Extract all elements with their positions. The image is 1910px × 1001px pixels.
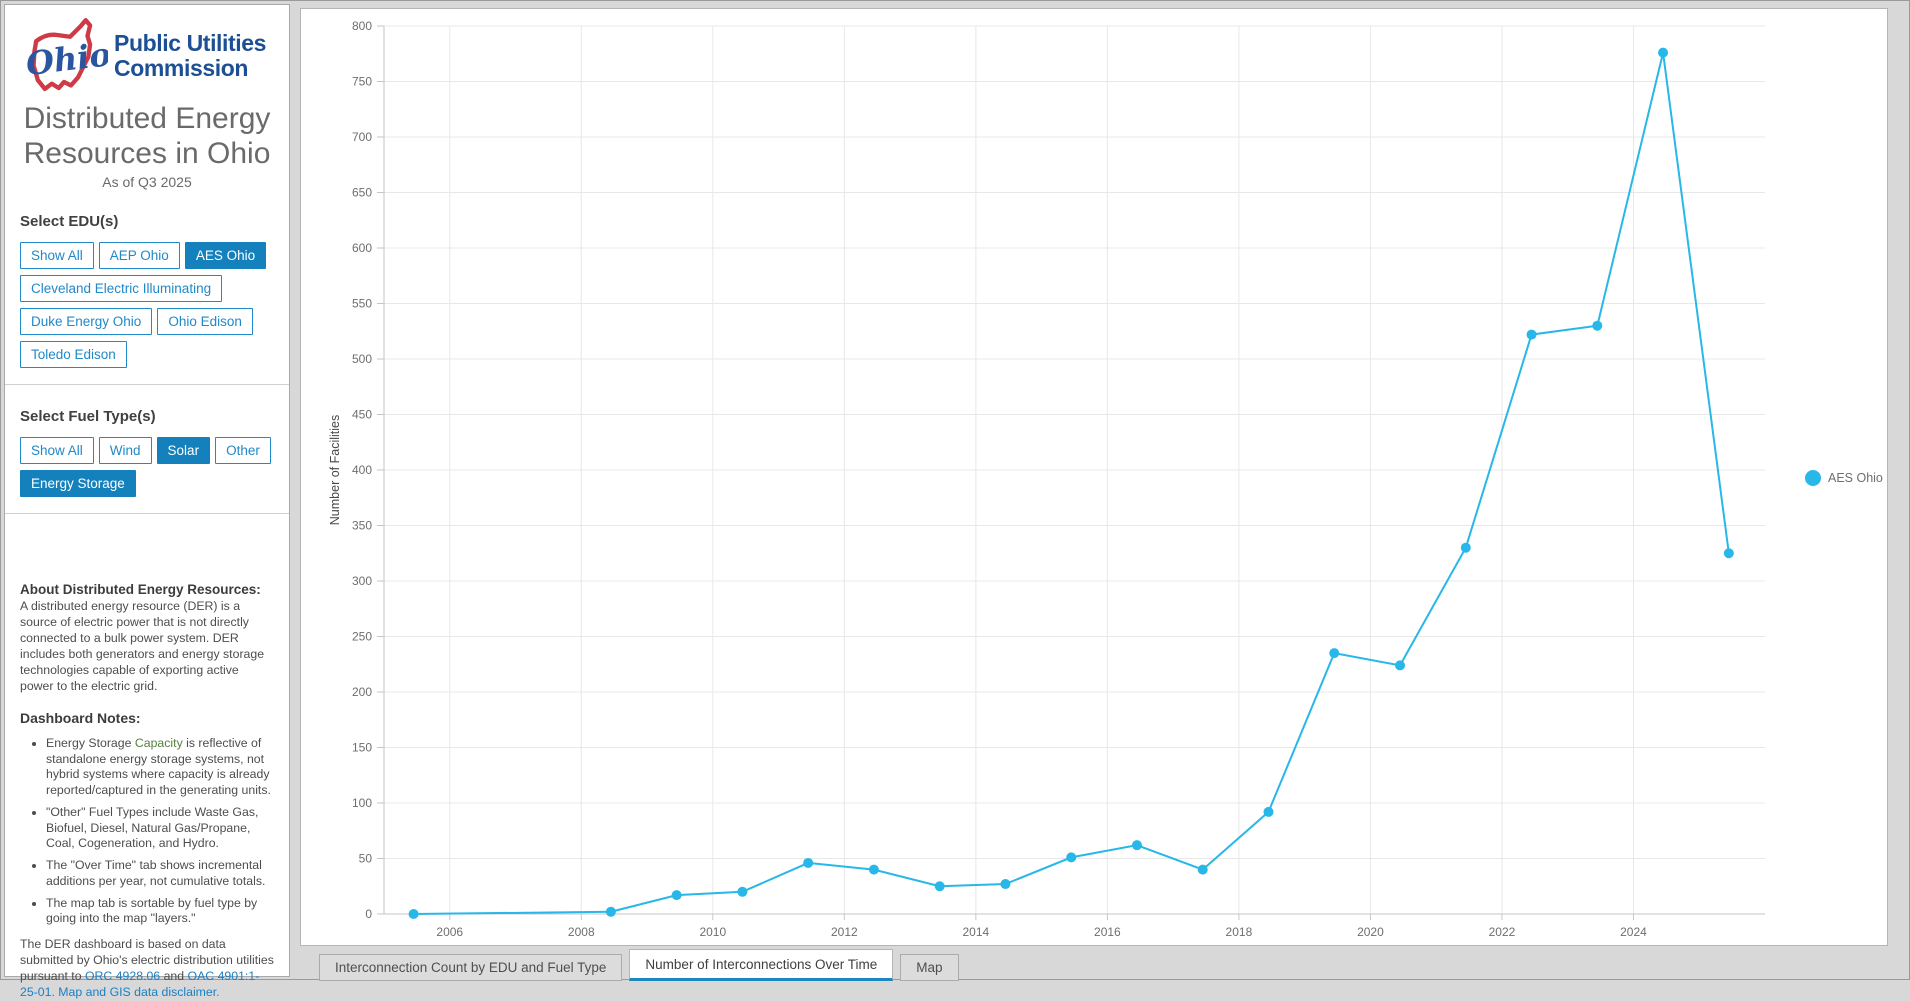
note-map-layers: The map tab is sortable by fuel type by … (46, 896, 274, 927)
bottom-tab-bar: Interconnection Count by EDU and Fuel Ty… (300, 948, 959, 981)
edu-button-show-all[interactable]: Show All (20, 242, 94, 269)
fuel-section-label: Select Fuel Type(s) (20, 408, 156, 425)
svg-text:700: 700 (352, 130, 372, 144)
svg-text:2024: 2024 (1620, 925, 1647, 939)
der-dashboard: { "brand": { "logo_text": "Ohio", "line1… (0, 0, 1910, 999)
legend-label: AES Ohio (1828, 471, 1883, 485)
svg-text:800: 800 (352, 19, 372, 33)
edu-button-cleveland-electric-illuminating[interactable]: Cleveland Electric Illuminating (20, 275, 223, 302)
svg-text:150: 150 (352, 741, 372, 755)
note-other-fuel-types: "Other" Fuel Types include Waste Gas, Bi… (46, 805, 274, 852)
svg-text:400: 400 (352, 463, 372, 477)
edu-button-group: Show All AEP Ohio AES Ohio Cleveland Ele… (20, 242, 274, 368)
dashboard-notes-heading: Dashboard Notes: (20, 709, 141, 726)
brand-header: Ohio Public Utilities Commission (20, 15, 274, 95)
page-subtitle: As of Q3 2025 (102, 174, 192, 190)
edu-button-duke-energy-ohio[interactable]: Duke Energy Ohio (20, 308, 153, 335)
puco-ohio-logo-icon: Ohio (24, 18, 108, 92)
svg-text:2020: 2020 (1357, 925, 1384, 939)
svg-text:300: 300 (352, 574, 372, 588)
edu-button-aep-ohio[interactable]: AEP Ohio (98, 242, 180, 269)
brand-line1: Public Utilities (114, 30, 267, 56)
capacity-green-text: Capacity (134, 735, 183, 750)
edu-section-label: Select EDU(s) (20, 213, 119, 230)
tab-number-of-interconnections-over-time[interactable]: Number of Interconnections Over Time (629, 949, 894, 981)
svg-text:350: 350 (352, 519, 372, 533)
fuel-button-show-all[interactable]: Show All (20, 437, 94, 464)
svg-text:450: 450 (352, 408, 372, 422)
legend-swatch-aes-ohio (1805, 470, 1821, 486)
page-title: Distributed Energy Resources in Ohio (23, 102, 271, 170)
fuel-button-solar[interactable]: Solar (156, 437, 211, 464)
fuel-button-other[interactable]: Other (215, 437, 271, 464)
brand-line2: Commission (114, 55, 249, 81)
svg-text:2010: 2010 (699, 925, 726, 939)
svg-text:50: 50 (359, 852, 373, 866)
svg-text:2012: 2012 (831, 925, 858, 939)
svg-text:250: 250 (352, 630, 372, 644)
divider (5, 513, 289, 514)
svg-text:2016: 2016 (1094, 925, 1121, 939)
chart-panel: 0 50 100 150 200 250 300 350 400 450 500 550 600 650 7… (300, 8, 1888, 946)
brand-name: Public Utilities Commission (114, 31, 266, 81)
interconnections-over-time-chart[interactable]: 0 50 100 150 200 250 300 350 400 450 500 550 600 650 7… (301, 9, 1887, 945)
about-body: A distributed energy resource (DER) is a… (20, 599, 265, 693)
svg-text:2022: 2022 (1489, 925, 1516, 939)
note-energy-storage-capacity: Energy Storage Capacity is reflective of… (46, 736, 274, 799)
edu-button-ohio-edison[interactable]: Ohio Edison (157, 308, 253, 335)
svg-text:500: 500 (352, 352, 372, 366)
fuel-button-wind[interactable]: Wind (98, 437, 152, 464)
gis-disclaimer-link[interactable]: Map and GIS data disclaimer. (55, 985, 219, 999)
dashboard-notes-list: Energy Storage Capacity is reflective of… (20, 736, 274, 927)
svg-text:2014: 2014 (963, 925, 990, 939)
svg-text:2018: 2018 (1226, 925, 1253, 939)
svg-text:0: 0 (365, 907, 372, 921)
svg-text:550: 550 (352, 297, 372, 311)
orc-link[interactable]: ORC 4928.06 (85, 969, 160, 983)
note-over-time-tab: The "Over Time" tab shows incremental ad… (46, 858, 274, 889)
svg-text:Number of Facilities: Number of Facilities (328, 415, 342, 525)
tab-interconnection-count-by-edu-and-fuel-type[interactable]: Interconnection Count by EDU and Fuel Ty… (319, 954, 623, 981)
svg-text:100: 100 (352, 796, 372, 810)
svg-text:750: 750 (352, 75, 372, 89)
svg-text:200: 200 (352, 685, 372, 699)
edu-button-toledo-edison[interactable]: Toledo Edison (20, 341, 127, 368)
edu-button-aes-ohio[interactable]: AES Ohio (184, 242, 267, 269)
chart-legend: AES Ohio (1805, 470, 1883, 486)
svg-text:2008: 2008 (568, 925, 595, 939)
fuel-button-energy-storage[interactable]: Energy Storage (20, 470, 136, 497)
footer-disclaimer: The DER dashboard is based on data submi… (20, 936, 274, 999)
about-block: About Distributed Energy Resources: A di… (20, 582, 274, 1001)
fuel-button-group: Show All Wind Solar Other Energy Storage (20, 437, 274, 497)
svg-text:650: 650 (352, 186, 372, 200)
svg-text:2006: 2006 (436, 925, 463, 939)
tab-map[interactable]: Map (900, 954, 959, 981)
divider (5, 384, 289, 385)
svg-text:600: 600 (352, 241, 372, 255)
about-heading: About Distributed Energy Resources: (20, 582, 261, 597)
sidebar: Ohio Public Utilities Commission Distrib… (4, 4, 290, 999)
